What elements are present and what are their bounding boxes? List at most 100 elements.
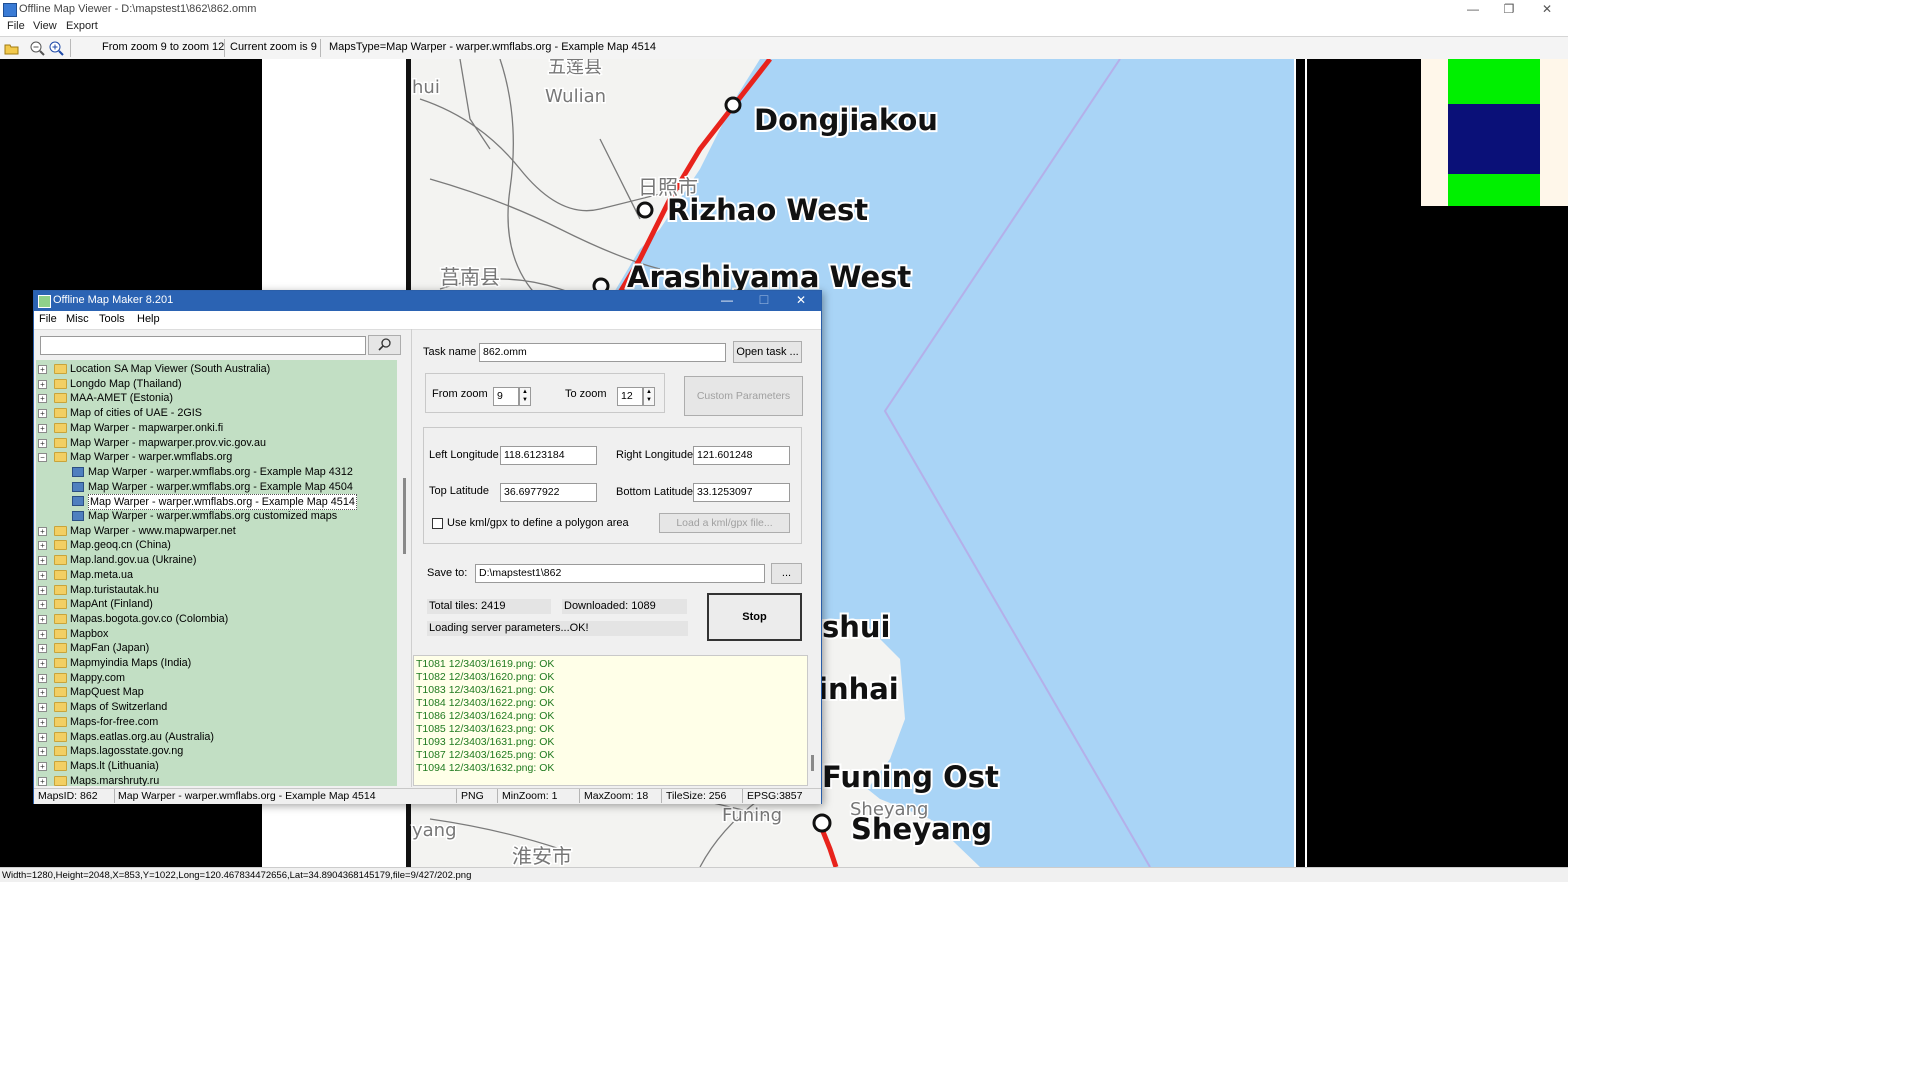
expand-icon[interactable]: + (38, 585, 47, 595)
dialog-maximize-button[interactable]: ☐ (749, 293, 779, 307)
download-log[interactable]: T1081 12/3403/1619.png: OK T1082 12/3403/… (413, 655, 808, 786)
log-scrollbar-thumb[interactable] (811, 755, 814, 771)
log-line: T1094 12/3403/1632.png: OK (416, 762, 555, 774)
bottom-latitude-label: Bottom Latitude (616, 486, 694, 498)
expand-icon[interactable]: + (38, 438, 47, 448)
tree-item-label: Maps.marshruty.ru (70, 774, 160, 786)
dialog-minimize-button[interactable]: — (712, 293, 742, 307)
tree-item-label: Map Warper - warper.wmflabs.org - Exampl… (88, 494, 357, 511)
dialog-status-bar: MapsID: 862 Map Warper - warper.wmflabs.… (34, 788, 821, 804)
custom-parameters-button[interactable]: Custom Parameters (684, 376, 803, 416)
folder-icon (54, 393, 67, 404)
expand-icon[interactable]: + (38, 644, 47, 654)
bottom-latitude-input[interactable]: 33.1253097 (693, 483, 790, 502)
status-min-zoom: MinZoom: 1 (502, 790, 558, 802)
restore-button[interactable]: ❐ (1494, 1, 1524, 17)
dialog-menu-file[interactable]: File (39, 313, 57, 325)
tree-scrollbar-thumb[interactable] (403, 478, 406, 554)
save-to-input[interactable]: D:\mapstest1\862 (475, 564, 765, 583)
expand-icon[interactable]: + (38, 526, 47, 536)
dialog-close-button[interactable]: ✕ (786, 293, 816, 307)
top-latitude-input[interactable]: 36.6977922 (500, 483, 597, 502)
dialog-menu-bar: File Misc Tools Help (34, 311, 821, 330)
search-button[interactable] (368, 335, 401, 355)
map-search-input[interactable] (40, 336, 366, 355)
folder-icon (54, 364, 67, 374)
minimize-button[interactable]: — (1458, 1, 1488, 17)
open-task-button[interactable]: Open task ... (733, 341, 802, 363)
expand-icon[interactable]: + (38, 423, 47, 433)
tree-item-label: Map Warper - warper.wmflabs.org - Exampl… (88, 465, 353, 478)
tree-item-label: Location SA Map Viewer (South Australia) (70, 363, 271, 375)
tree-item-label: Map Warper - mapwarper.prov.vic.gov.au (70, 436, 267, 449)
dialog-menu-help[interactable]: Help (137, 313, 160, 325)
expand-icon[interactable]: + (38, 747, 47, 757)
menu-view[interactable]: View (33, 20, 57, 32)
save-to-label: Save to: (427, 567, 468, 579)
dialog-title-bar[interactable]: Offline Map Maker 8.201 — ☐ ✕ (34, 291, 821, 311)
expand-icon[interactable]: + (38, 541, 47, 551)
from-zoom-input[interactable]: 9 (493, 387, 519, 406)
expand-icon[interactable]: + (38, 365, 47, 374)
tree-item-label: Map Warper - mapwarper.onki.fi (70, 421, 224, 434)
expand-icon[interactable]: + (38, 379, 47, 389)
to-zoom-input[interactable]: 12 (617, 387, 643, 406)
open-folder-icon[interactable] (4, 40, 20, 56)
toolbar-separator (70, 39, 71, 57)
expand-icon[interactable]: + (38, 761, 47, 771)
task-name-input[interactable]: 862.omm (479, 343, 726, 362)
to-zoom-spinner[interactable]: ▲ ▼ (643, 387, 655, 406)
folder-icon (54, 452, 67, 463)
expand-icon[interactable]: + (38, 556, 47, 566)
right-longitude-label: Right Longitude (616, 449, 694, 461)
collapse-icon[interactable]: − (38, 453, 47, 463)
stop-button[interactable]: Stop (707, 593, 802, 641)
dialog-menu-tools[interactable]: Tools (99, 313, 125, 325)
folder-icon (54, 540, 67, 551)
folder-icon (54, 525, 67, 536)
zoom-out-icon[interactable] (29, 40, 45, 56)
expand-icon[interactable]: + (38, 703, 47, 713)
tree-item-label: Map Warper - warper.wmflabs.org (70, 451, 233, 464)
expand-icon[interactable]: + (38, 600, 47, 610)
from-zoom-spinner[interactable]: ▲ ▼ (519, 387, 531, 406)
close-button[interactable]: ✕ (1532, 1, 1562, 17)
expand-icon[interactable]: + (38, 409, 47, 419)
toolbar-separator (320, 39, 321, 57)
use-kml-checkbox[interactable] (432, 518, 443, 529)
expand-icon[interactable]: + (38, 629, 47, 639)
expand-icon[interactable]: + (38, 673, 47, 683)
expand-icon[interactable]: + (38, 688, 47, 698)
total-tiles-label: Total tiles: 2419 (427, 599, 551, 614)
expand-icon[interactable]: + (38, 394, 47, 404)
status-format: PNG (461, 790, 484, 802)
zoom-in-icon[interactable] (48, 40, 64, 56)
menu-file[interactable]: File (7, 20, 25, 32)
current-zoom-label: Current zoom is 9 (230, 41, 317, 53)
expand-icon[interactable]: + (38, 570, 47, 580)
browse-folder-button[interactable]: ... (771, 563, 802, 584)
folder-icon (54, 731, 67, 742)
expand-icon[interactable]: + (38, 732, 47, 742)
label-cut-inhai: inhai (818, 672, 899, 706)
left-longitude-input[interactable]: 118.6123184 (500, 446, 597, 465)
toolbar-separator (224, 39, 225, 57)
map-sources-tree[interactable]: + Location SA Map Viewer (South Australia… (36, 360, 397, 786)
log-line: T1085 12/3403/1623.png: OK (416, 723, 555, 735)
expand-icon[interactable]: + (38, 776, 47, 786)
dialog-menu-misc[interactable]: Misc (66, 313, 89, 325)
map-icon (72, 481, 84, 492)
expand-icon[interactable]: + (38, 659, 47, 668)
folder-icon (54, 716, 67, 727)
expand-icon[interactable]: + (38, 614, 47, 624)
tree-scrollbar[interactable] (401, 360, 409, 786)
menu-export[interactable]: Export (66, 20, 98, 32)
load-kml-button[interactable]: Load a kml/gpx file... (659, 513, 790, 533)
station-dongjiakou-icon (724, 96, 742, 114)
log-scrollbar[interactable] (808, 655, 817, 786)
dialog-title: Offline Map Maker 8.201 (53, 294, 174, 306)
overview-tile-bottom (1448, 174, 1540, 206)
overview-tile-top (1448, 59, 1540, 104)
right-longitude-input[interactable]: 121.601248 (693, 446, 790, 465)
expand-icon[interactable]: + (38, 717, 47, 727)
